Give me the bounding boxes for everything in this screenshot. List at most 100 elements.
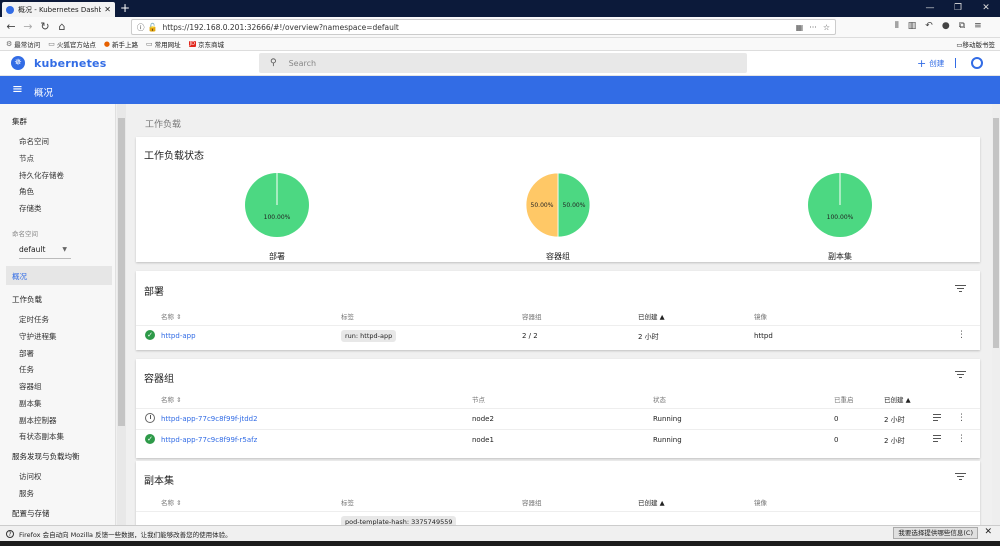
brand-name[interactable]: kubernetes [34,57,106,70]
sidebar-item-jobs[interactable]: 任务 [19,364,115,375]
main-content: 工作负载 工作负载状态 100.00% 部署 50.00% 50.00% 容器组 … [126,104,992,525]
namespace-select[interactable]: default ▼ [19,245,71,259]
bookmark-star-icon[interactable]: ☆ [823,23,830,32]
search-input[interactable]: ⚲ Search [259,53,747,73]
close-tab-icon[interactable]: ✕ [104,5,111,14]
account-icon[interactable] [971,57,983,69]
column-header-created[interactable]: 已创建 ▲ [638,497,665,507]
sidebar-item-cronjobs[interactable]: 定时任务 [19,314,115,325]
scrollbar-thumb[interactable] [993,118,999,348]
undo-icon[interactable]: ↶ [925,21,933,31]
hamburger-menu-icon[interactable]: ≡ [12,82,23,97]
library-icon[interactable]: ⫴ [895,21,899,31]
filter-icon[interactable] [955,473,966,482]
restore-icon[interactable]: ❐ [944,0,972,17]
card-title: 部署 [144,287,164,298]
sidebar-section-discovery[interactable]: 服务发现与负载均衡 [12,451,115,462]
pending-status-icon [145,413,155,423]
kubernetes-logo-icon[interactable]: ✵ [11,56,25,70]
pod-name-link[interactable]: httpd-app-77c9c8f99f-r5afz [161,436,257,444]
bookmark-item[interactable]: JD 京东商城 [188,39,224,49]
pod-name-link[interactable]: httpd-app-77c9c8f99f-jtdd2 [161,415,258,423]
pie-slice-label: 100.00% [264,214,291,221]
sidebar-section-cluster[interactable]: 集群 [12,116,115,127]
more-vert-icon[interactable]: ⋮ [957,413,966,423]
column-header-created[interactable]: 已创建 ▲ [638,311,665,321]
sidebar-item-roles[interactable]: 角色 [19,186,115,197]
column-header-created[interactable]: 已创建 ▲ [884,394,911,404]
url-bar[interactable]: ⓘ 🔓 https://192.168.0.201:32666/#!/overv… [131,19,836,35]
table-row[interactable]: ✓ httpd-app run: httpd-app 2 / 2 2 小时 ht… [136,325,980,346]
home-icon[interactable]: ⌂ [55,20,69,34]
pod-node: node2 [472,415,494,423]
info-icon[interactable]: ⓘ [137,22,145,33]
bookmark-item[interactable]: ▭ 火狐官方站点 [48,39,96,49]
column-header-name[interactable]: 名称 ⇕ [161,311,182,321]
pie-svg: 100.00% [808,173,872,237]
sidebar-section-workloads[interactable]: 工作负载 [12,294,115,305]
bookmark-item[interactable]: ● 新手上路 [104,39,138,49]
qr-icon[interactable]: ▦ [796,23,804,32]
sidebar-item-replicasets[interactable]: 副本集 [19,398,115,409]
sidebar-item-nodes[interactable]: 节点 [19,153,115,164]
extension-icon[interactable]: ⧉ [959,21,965,31]
choose-data-button[interactable]: 我要选择提供哪些信息(C) [893,527,978,539]
create-button[interactable]: + 创建 [917,57,944,70]
sidebar-item-persistent-volumes[interactable]: 持久化存储卷 [19,170,115,181]
sidebar-icon[interactable]: ▥ [908,21,917,31]
sidebar-item-statefulsets[interactable]: 有状态副本集 [19,431,115,442]
minimize-icon[interactable]: — [916,0,944,17]
insecure-lock-icon: 🔓 [147,22,158,32]
back-icon[interactable]: ← [4,20,18,34]
bookmark-item[interactable]: ▭ 常用网址 [146,39,181,49]
sidebar-item-services[interactable]: 服务 [19,488,115,499]
column-header-name[interactable]: 名称 ⇕ [161,394,182,404]
pods-pie-chart: 50.00% 50.00% 容器组 [525,172,591,261]
scrollbar-thumb[interactable] [118,118,125,426]
table-row[interactable]: pod-template-hash: 3375749559 [136,511,980,525]
logs-icon[interactable] [933,435,941,444]
chart-label-replicasets: 副本集 [828,252,852,261]
browser-navbar: ← → ↻ ⌂ ⓘ 🔓 https://192.168.0.201:32666/… [0,17,1000,38]
forward-icon[interactable]: → [21,20,35,34]
main-scrollbar[interactable] [992,104,1000,525]
sidebar-item-deployments[interactable]: 部署 [19,348,115,359]
reload-icon[interactable]: ↻ [38,20,52,34]
close-icon[interactable]: ✕ [984,527,992,537]
browser-tab[interactable]: 概况 - Kubernetes Dashboard ✕ [2,2,115,17]
chat-icon[interactable]: ● [942,21,950,31]
sidebar-item-overview[interactable]: 概况 [6,266,112,285]
sidebar-item-pods[interactable]: 容器组 [19,381,115,392]
card-title: 副本集 [144,476,174,487]
bookmark-item[interactable]: ⚙ 最常访问 [6,39,40,49]
label-chip: run: httpd-app [341,330,397,342]
sidebar-item-daemonsets[interactable]: 守护进程集 [19,331,115,342]
sidebar-item-storage-classes[interactable]: 存储类 [19,203,115,214]
sidebar-item-namespaces[interactable]: 命名空间 [19,136,115,147]
new-tab-icon[interactable]: + [120,1,130,15]
check-circle-icon: ✓ [145,434,155,444]
filter-icon[interactable] [955,371,966,380]
sidebar-scrollbar[interactable] [117,104,126,525]
more-vert-icon[interactable]: ⋮ [957,434,966,444]
sidebar-item-ingresses[interactable]: 访问权 [19,471,115,482]
gear-icon: ⚙ [6,40,13,48]
table-row[interactable]: httpd-app-77c9c8f99f-jtdd2 node2 Running… [136,408,980,429]
menu-icon[interactable]: ≡ [974,21,982,31]
deployment-name-link[interactable]: httpd-app [161,332,196,340]
url-text[interactable]: https://192.168.0.201:32666/#!/overview?… [162,23,789,32]
sidebar-section-config[interactable]: 配置与存储 [12,508,115,519]
window-controls: — ❐ ✕ [916,0,1000,17]
logs-icon[interactable] [933,414,941,423]
mobile-bookmarks[interactable]: ▭移动版书签 [956,39,995,49]
workload-status-card: 工作负载状态 100.00% 部署 50.00% 50.00% 容器组 100.0… [136,137,980,262]
replicasets-pie-chart: 100.00% 副本集 [807,172,873,261]
column-header-name[interactable]: 名称 ⇕ [161,497,182,507]
page-actions-icon[interactable]: ··· [809,23,817,32]
sidebar-item-replication-controllers[interactable]: 副本控制器 [19,415,115,426]
more-vert-icon[interactable]: ⋮ [957,330,966,340]
table-row[interactable]: ✓ httpd-app-77c9c8f99f-r5afz node1 Runni… [136,429,980,450]
filter-icon[interactable] [955,285,966,294]
close-window-icon[interactable]: ✕ [972,0,1000,17]
pod-status: Running [653,436,682,444]
